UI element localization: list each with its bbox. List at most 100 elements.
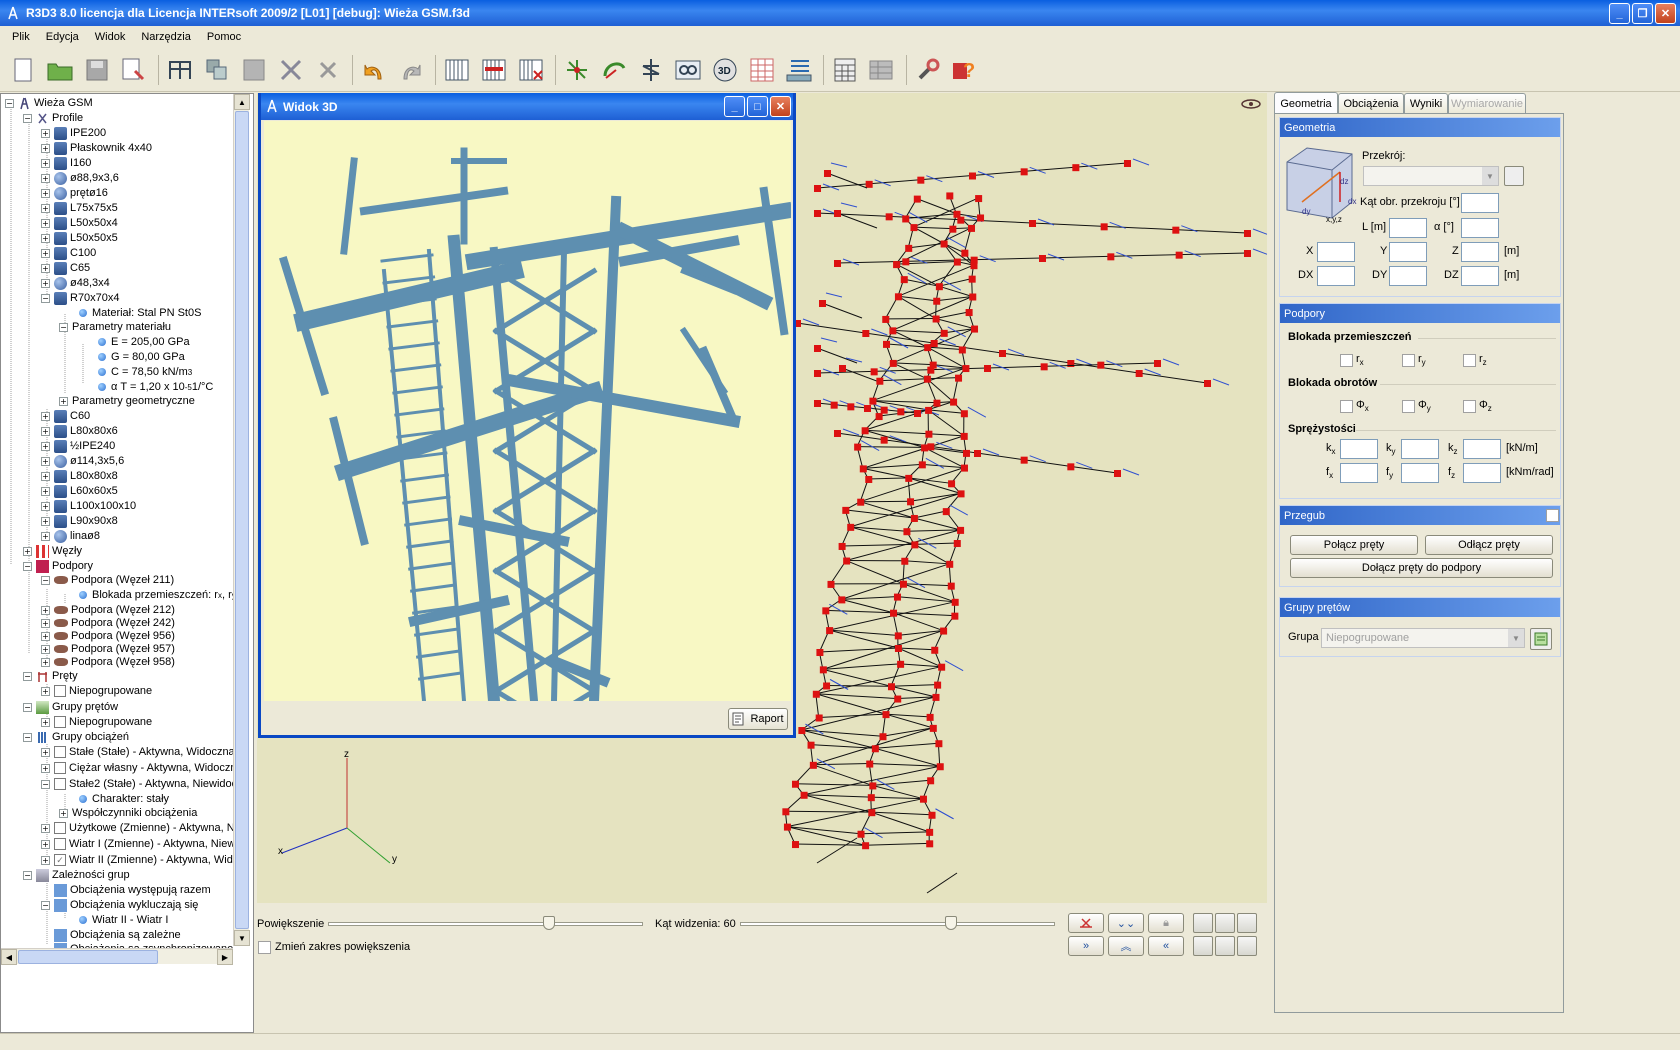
tree-item-wspolczynniki[interactable]: + Współczynniki obciążenia (59, 805, 197, 821)
kx-input[interactable] (1340, 439, 1378, 459)
lock-button[interactable]: 🔒︎ (1148, 913, 1184, 933)
checkbox-checked-icon[interactable]: ✓ (54, 854, 66, 866)
tree-vertical-scrollbar[interactable]: ▲ ▼ (233, 94, 250, 946)
rotate-left-button[interactable]: « (1148, 936, 1184, 956)
tree-item-obc-wykl[interactable]: − Obciążenia wykluczają się (41, 897, 198, 913)
tree-item-load-group[interactable]: + ✓ Wiatr II (Zmienne) - Aktywna, Wido (41, 852, 239, 868)
rotate-right-button[interactable]: » (1068, 936, 1104, 956)
tree-item-c[interactable]: C = 78,50 kN/m 3 (98, 364, 192, 380)
checkbox-icon[interactable] (54, 716, 66, 728)
checkbox-icon[interactable] (54, 778, 66, 790)
minimize-button[interactable]: _ (724, 96, 745, 117)
table-icon[interactable] (747, 55, 777, 85)
checkbox-icon[interactable] (54, 685, 66, 697)
open-folder-icon[interactable] (45, 55, 75, 85)
structure-icon[interactable] (636, 55, 666, 85)
menu-widok[interactable]: Widok (87, 31, 134, 43)
menu-edycja[interactable]: Edycja (38, 31, 87, 43)
minimize-button[interactable]: _ (1609, 3, 1630, 24)
view-icon[interactable] (673, 55, 703, 85)
y-input[interactable] (1389, 242, 1427, 262)
window-3d-titlebar[interactable]: Widok 3D _ □ ✕ (261, 93, 793, 120)
fz-input[interactable] (1463, 463, 1501, 483)
tree-horizontal-scrollbar[interactable]: ◀ ▶ (1, 948, 233, 965)
frame-icon[interactable] (165, 55, 195, 85)
dx-input[interactable] (1317, 266, 1355, 286)
tree-item-profile[interactable]: + I160 (41, 155, 91, 171)
l-input[interactable] (1389, 218, 1427, 238)
rz-checkbox[interactable] (1463, 354, 1476, 367)
view-screen-icon[interactable] (1237, 936, 1257, 956)
restore-button[interactable]: ❐ (1632, 3, 1653, 24)
zoom-range-checkbox[interactable] (258, 941, 271, 954)
tree-item-profile[interactable]: + ø88,9x3,6 (41, 170, 119, 186)
view-front-icon[interactable] (1193, 913, 1213, 933)
dz-input[interactable] (1461, 266, 1499, 286)
tree-item-profile[interactable]: + L75x75x5 (41, 200, 118, 216)
grupa-select[interactable]: Niepogrupowane ▼ (1321, 628, 1525, 648)
alpha-input[interactable] (1461, 218, 1499, 238)
tab-geometria[interactable]: Geometria (1274, 92, 1338, 114)
tree-hscroll-thumb[interactable] (18, 950, 158, 964)
tree-item-material-params[interactable]: − Parametry materiału (59, 319, 171, 335)
tree-item-niepogrupowane[interactable]: + Niepogrupowane (41, 714, 152, 730)
checkbox-icon[interactable] (54, 762, 66, 774)
tree-item-profile[interactable]: + L80x80x6 (41, 423, 118, 439)
tree-item-load-group[interactable]: + Ciężar własny - Aktywna, Widoczna (41, 760, 243, 776)
calculator-icon[interactable] (830, 55, 860, 85)
kz-input[interactable] (1463, 439, 1501, 459)
tree-item-geom-params[interactable]: + Parametry geometryczne (59, 393, 195, 409)
tree-profile[interactable]: − Profile (23, 110, 83, 126)
polacz-prety-button[interactable]: Połącz pręty (1290, 535, 1418, 555)
tree-item-load-group[interactable]: + Użytkowe (Zmienne) - Aktywna, Nie (41, 820, 243, 836)
tab-obciazenia[interactable]: Obciążenia (1338, 93, 1404, 113)
tree-item-niepogrupowane[interactable]: + Niepogrupowane (41, 683, 152, 699)
menu-narzedzia[interactable]: Narzędzia (133, 31, 199, 43)
tree-item-profile[interactable]: + L90x90x8 (41, 513, 118, 529)
report-button[interactable]: Raport (728, 708, 788, 730)
tree-item-profile[interactable]: + ø48,3x4 (41, 275, 110, 291)
redo-icon[interactable] (396, 55, 426, 85)
save-as-icon[interactable] (119, 55, 149, 85)
block-icon[interactable] (239, 55, 269, 85)
fy-input[interactable] (1401, 463, 1439, 483)
tree-item-blokada[interactable]: Blokada przemieszczeń: rx, ry, (79, 587, 239, 603)
tree-item-profile[interactable]: + L50x50x4 (41, 215, 118, 231)
reset-view-button[interactable] (1068, 913, 1104, 933)
maximize-button[interactable]: □ (747, 96, 768, 117)
menu-pomoc[interactable]: Pomoc (199, 31, 249, 43)
delete-icon[interactable] (313, 55, 343, 85)
tree-scroll-thumb[interactable] (235, 111, 249, 929)
grid-2-icon[interactable] (479, 55, 509, 85)
tab-wyniki[interactable]: Wyniki (1404, 93, 1448, 113)
checkbox-icon[interactable] (54, 838, 66, 850)
render-3d-canvas[interactable] (264, 121, 791, 701)
close-button[interactable]: ✕ (770, 96, 791, 117)
settings-wrench-icon[interactable] (913, 55, 943, 85)
scroll-up-icon[interactable]: ▲ (234, 94, 250, 110)
przegub-checkbox[interactable] (1546, 509, 1559, 522)
tree-item-profile[interactable]: + ø114,3x5,6 (41, 453, 124, 469)
tree-item-profile[interactable]: + C60 (41, 408, 90, 424)
tree-item-wezly[interactable]: + Węzły (23, 543, 82, 559)
tree-root[interactable]: − Wieża GSM (5, 95, 93, 111)
scroll-down-icon[interactable]: ▼ (234, 930, 250, 946)
tree-item-profile[interactable]: + IPE200 (41, 125, 106, 141)
angle-slider-thumb[interactable] (945, 916, 958, 930)
3d-icon[interactable]: 3D (710, 55, 740, 85)
phiy-checkbox[interactable] (1402, 400, 1415, 413)
view-grid-icon[interactable] (1237, 913, 1257, 933)
tree-item-load-group[interactable]: + Stałe (Stałe) - Aktywna, Widoczna (41, 744, 235, 760)
eye-icon[interactable] (1240, 97, 1262, 111)
checkbox-icon[interactable] (54, 746, 66, 758)
tree-item-obc-razem[interactable]: Obciążenia występują razem (41, 882, 211, 898)
view-filter-icon[interactable] (1215, 913, 1235, 933)
view-nodes-icon[interactable] (1215, 936, 1235, 956)
tree-item-profile[interactable]: + L100x100x10 (41, 498, 136, 514)
phiz-checkbox[interactable] (1463, 400, 1476, 413)
tree-item-profile[interactable]: + L50x50x5 (41, 230, 118, 246)
tree-item-g[interactable]: G = 80,00 GPa (98, 349, 185, 365)
rotate-up-button[interactable]: ︽ (1108, 936, 1144, 956)
menu-plik[interactable]: Plik (4, 31, 38, 43)
kat-input[interactable] (1461, 193, 1499, 213)
